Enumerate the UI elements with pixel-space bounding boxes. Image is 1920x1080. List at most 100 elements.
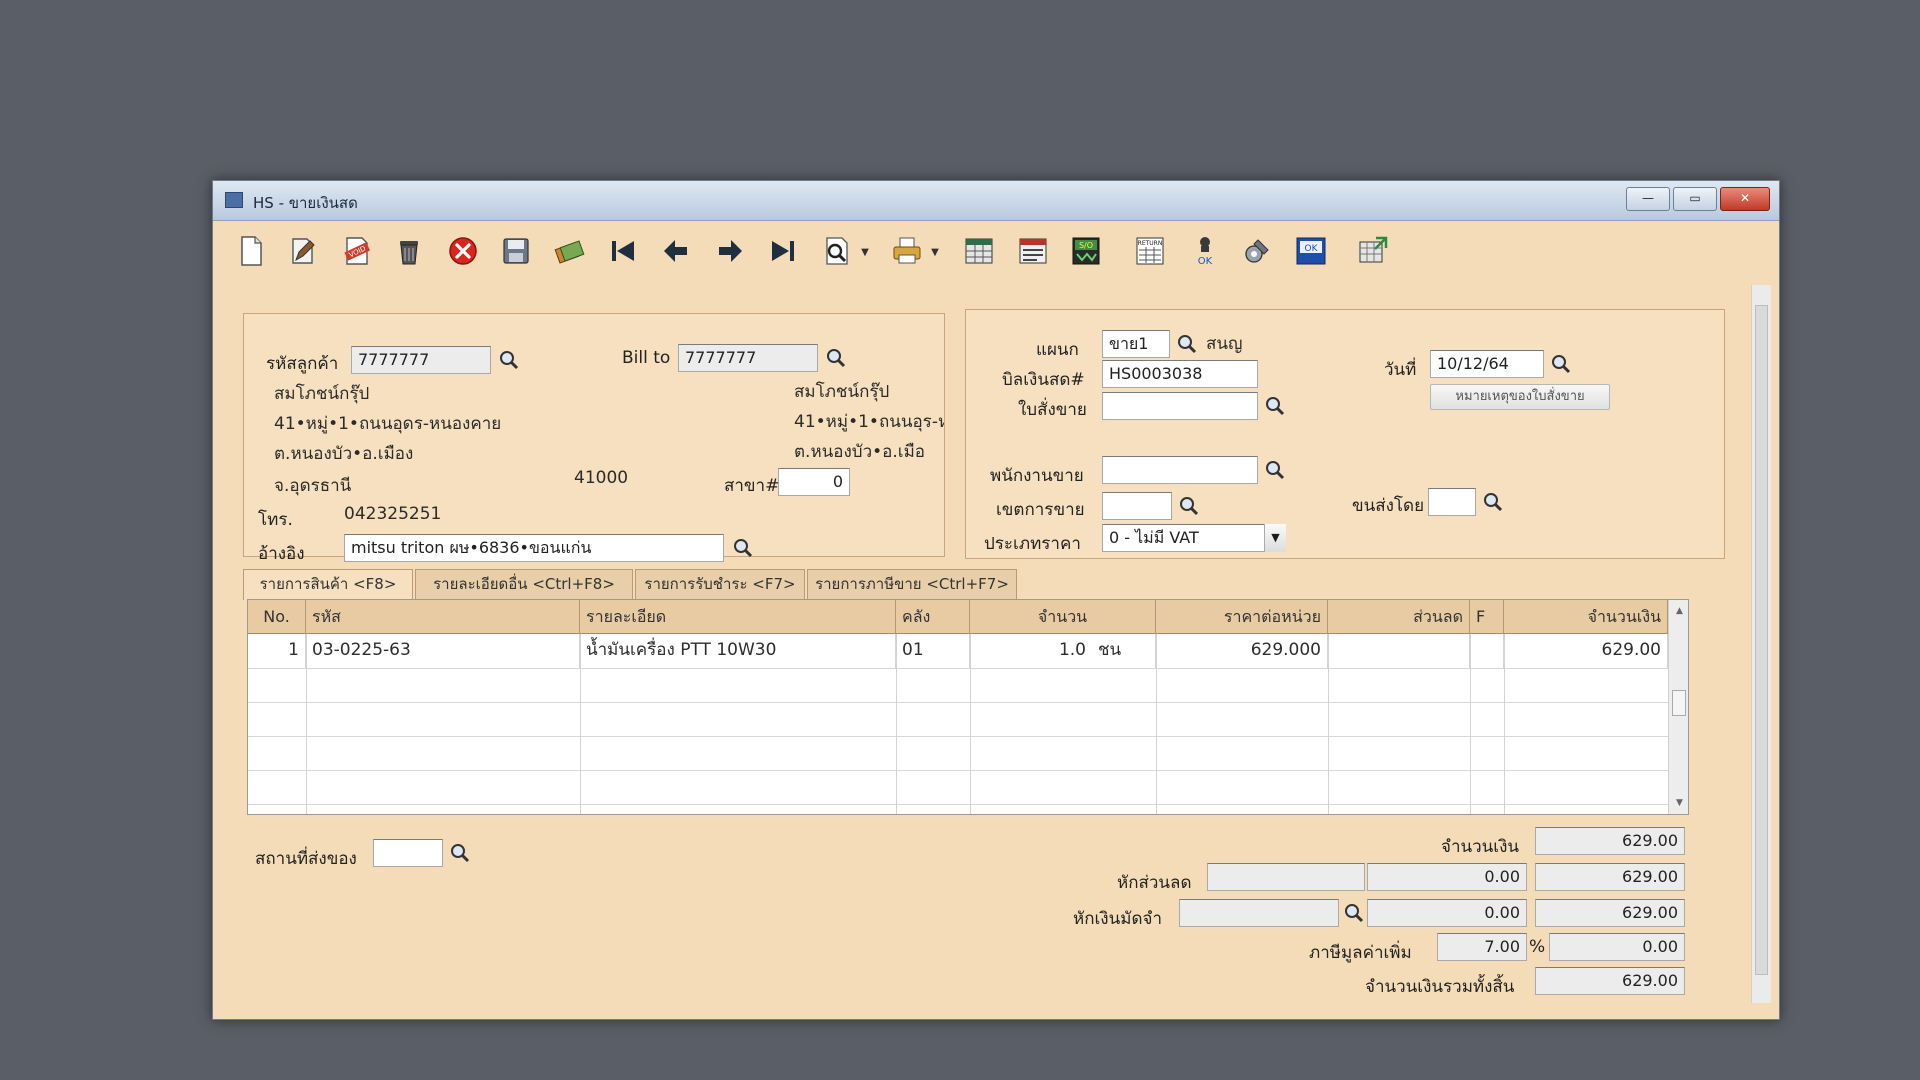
so-icon[interactable]: S/O xyxy=(1066,231,1106,271)
sales-order-label: ใบสั่งขาย xyxy=(1018,400,1087,420)
bill-number-label: บิลเงินสด# xyxy=(1002,370,1085,390)
prev-record-icon[interactable] xyxy=(656,231,696,271)
print-icon[interactable] xyxy=(887,231,927,271)
close-button[interactable]: ✕ xyxy=(1720,187,1770,211)
scroll-down-icon[interactable]: ▼ xyxy=(1669,794,1688,812)
row1-f[interactable] xyxy=(1470,634,1504,668)
toolbar: VOID ▼ ▼ S/O RETURN OK OK xyxy=(213,221,1779,279)
vat-rate-field[interactable]: 7.00 xyxy=(1437,933,1527,961)
bill-number-field[interactable]: HS0003038 xyxy=(1102,360,1258,388)
so-label: S/O xyxy=(1079,241,1093,250)
col-header-unit-price[interactable]: ราคาต่อหน่วย xyxy=(1156,600,1328,634)
branch-field[interactable]: 0 xyxy=(778,468,850,496)
price-type-select[interactable]: 0 - ไม่มี VAT xyxy=(1102,524,1286,552)
customer-search-icon[interactable] xyxy=(496,347,522,373)
grid-vertical-scrollbar[interactable]: ▲ ▼ xyxy=(1668,600,1688,814)
ship-by-field[interactable] xyxy=(1428,488,1476,516)
ship-by-label: ขนส่งโดย xyxy=(1352,496,1425,516)
row1-code[interactable]: 03-0225-63 xyxy=(306,634,580,668)
row1-no[interactable]: 1 xyxy=(248,634,306,668)
tools-icon[interactable] xyxy=(1237,231,1277,271)
ship-by-search-icon[interactable] xyxy=(1480,489,1506,515)
amount-label: จำนวนเงิน xyxy=(1441,837,1520,857)
discount-label: หักส่วนลด xyxy=(1117,873,1192,893)
tab-items[interactable]: รายการสินค้า <F8> xyxy=(243,569,413,600)
tab-other-details[interactable]: รายละเอียดอื่น <Ctrl+F8> xyxy=(415,569,633,599)
sales-order-search-icon[interactable] xyxy=(1262,393,1288,419)
last-record-icon[interactable] xyxy=(763,231,803,271)
row1-quantity[interactable]: 1.0 xyxy=(970,634,1092,668)
ok-icon[interactable]: OK xyxy=(1291,231,1331,271)
customer-postcode: 41000 xyxy=(574,468,629,488)
sales-order-field[interactable] xyxy=(1102,392,1258,420)
tab-payments[interactable]: รายการรับชำระ <F7> xyxy=(635,569,805,599)
so-note-button[interactable]: หมายเหตุของใบสั่งขาย xyxy=(1430,384,1610,410)
row1-discount[interactable] xyxy=(1328,634,1470,668)
approve-icon[interactable]: OK xyxy=(1185,231,1225,271)
reference-label: อ้างอิง xyxy=(258,544,305,564)
first-record-icon[interactable] xyxy=(603,231,643,271)
ship-place-field[interactable] xyxy=(373,839,443,867)
minimize-button[interactable]: — xyxy=(1626,187,1670,211)
search-doc-icon[interactable] xyxy=(817,231,857,271)
row1-warehouse[interactable]: 01 xyxy=(896,634,970,668)
grid-col-line xyxy=(896,634,897,814)
grid-row-line xyxy=(248,736,1688,737)
scroll-up-icon[interactable]: ▲ xyxy=(1669,602,1688,620)
salesman-search-icon[interactable] xyxy=(1262,457,1288,483)
row1-unit-price[interactable]: 629.000 xyxy=(1156,634,1328,668)
row1-amount[interactable]: 629.00 xyxy=(1504,634,1668,668)
customer-code-field[interactable]: 7777777 xyxy=(351,346,491,374)
maximize-button[interactable]: ▭ xyxy=(1673,187,1717,211)
discount-code-field[interactable] xyxy=(1207,863,1365,891)
department-field[interactable]: ขาย1 xyxy=(1102,330,1170,358)
ship-place-search-icon[interactable] xyxy=(447,840,473,866)
price-type-dropdown-icon[interactable]: ▼ xyxy=(1264,524,1286,552)
discount-value-field[interactable]: 0.00 xyxy=(1367,863,1527,891)
edit-icon[interactable] xyxy=(283,231,323,271)
col-header-quantity[interactable]: จำนวน xyxy=(970,600,1156,634)
col-header-amount[interactable]: จำนวนเงิน xyxy=(1504,600,1668,634)
deposit-code-field[interactable] xyxy=(1179,899,1339,927)
deposit-value-field[interactable]: 0.00 xyxy=(1367,899,1527,927)
table-view-icon[interactable] xyxy=(959,231,999,271)
sales-area-search-icon[interactable] xyxy=(1176,493,1202,519)
salesman-field[interactable] xyxy=(1102,456,1258,484)
delete-icon[interactable] xyxy=(389,231,429,271)
col-header-f[interactable]: F xyxy=(1470,600,1504,634)
tab-sales-tax[interactable]: รายการภาษีขาย <Ctrl+F7> xyxy=(807,569,1017,599)
row1-unit[interactable]: ชน xyxy=(1092,634,1156,668)
search-dropdown-caret[interactable]: ▼ xyxy=(859,247,871,258)
col-header-no[interactable]: No. xyxy=(248,600,306,634)
next-record-icon[interactable] xyxy=(710,231,750,271)
reference-search-icon[interactable] xyxy=(730,535,756,561)
scroll-thumb[interactable] xyxy=(1672,690,1686,716)
grid-row-line xyxy=(248,702,1688,703)
date-field[interactable]: 10/12/64 xyxy=(1430,350,1544,378)
bill-to-search-icon[interactable] xyxy=(823,345,849,371)
col-header-discount[interactable]: ส่วนลด xyxy=(1328,600,1470,634)
date-picker-icon[interactable] xyxy=(1548,351,1574,377)
print-dropdown-caret[interactable]: ▼ xyxy=(929,247,941,258)
department-search-icon[interactable] xyxy=(1174,331,1200,357)
return-icon[interactable]: RETURN xyxy=(1130,231,1170,271)
form-scroll-thumb[interactable] xyxy=(1755,305,1768,975)
deposit-search-icon[interactable] xyxy=(1341,900,1367,926)
deposit-label: หักเงินมัดจำ xyxy=(1073,909,1162,929)
bill-to-field[interactable]: 7777777 xyxy=(678,344,818,372)
col-header-code[interactable]: รหัส xyxy=(306,600,580,634)
grid-col-line xyxy=(306,634,307,814)
form-vertical-scrollbar[interactable] xyxy=(1751,285,1771,1003)
save-icon[interactable] xyxy=(496,231,536,271)
row1-description[interactable]: น้ำมันเครื่อง PTT 10W30 xyxy=(580,634,896,668)
new-icon[interactable] xyxy=(231,231,271,271)
copy-doc-icon[interactable] xyxy=(549,231,589,271)
void-icon[interactable]: VOID xyxy=(337,231,377,271)
col-header-warehouse[interactable]: คลัง xyxy=(896,600,970,634)
sales-area-field[interactable] xyxy=(1102,492,1172,520)
export-icon[interactable] xyxy=(1353,231,1393,271)
reference-field[interactable]: mitsu triton ผษ•6836•ขอนแก่น xyxy=(344,534,724,562)
col-header-description[interactable]: รายละเอียด xyxy=(580,600,896,634)
cancel-icon[interactable] xyxy=(443,231,483,271)
list-view-icon[interactable] xyxy=(1013,231,1053,271)
